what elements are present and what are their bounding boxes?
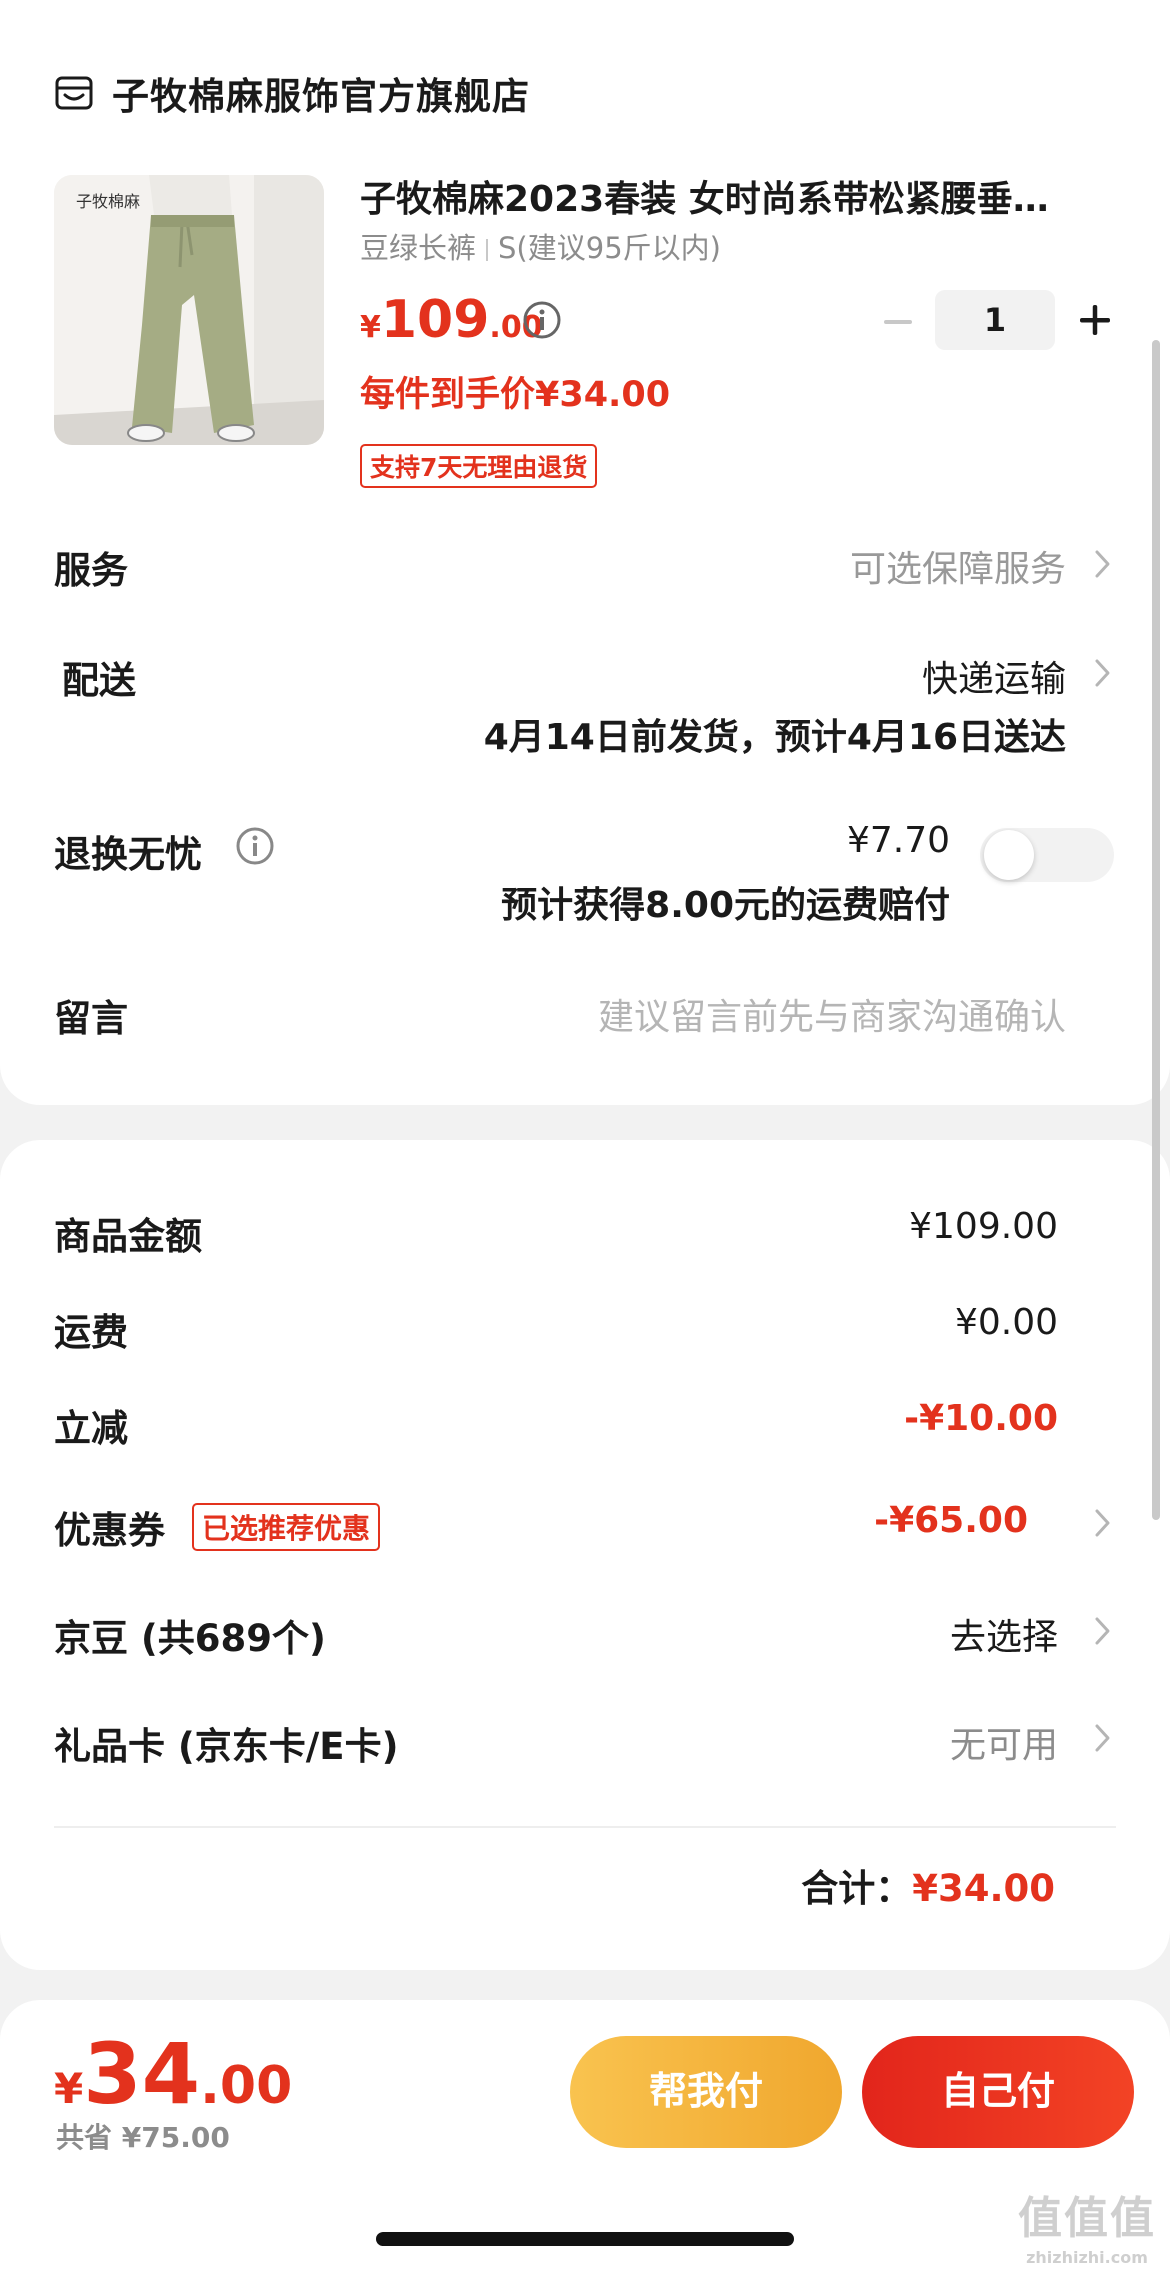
message-label: 留言 xyxy=(54,997,128,1040)
pay-myself-button[interactable]: 自己付 xyxy=(862,2036,1134,2148)
return-insurance-info-icon[interactable] xyxy=(235,826,275,866)
watermark-logo: 值值值 xyxy=(1018,2193,1156,2244)
scrollbar[interactable] xyxy=(1152,340,1160,1520)
coupon-label: 优惠券 xyxy=(54,1509,165,1552)
pay-integer: 34 xyxy=(83,2025,201,2123)
delivery-eta: 4月14日前发货，预计4月16日送达 xyxy=(483,717,1066,758)
coupon-value[interactable]: -¥65.00 xyxy=(874,1500,1028,1541)
product-spec[interactable]: 豆绿长裤 S(建议95斤以内) xyxy=(360,225,721,267)
toggle-knob xyxy=(984,830,1034,880)
spec-size: S(建议95斤以内) xyxy=(498,231,721,265)
price-currency: ¥ xyxy=(360,310,381,345)
pay-currency: ¥ xyxy=(54,2064,84,2113)
jingdou-label: 京豆 (共689个) xyxy=(54,1617,326,1660)
instant-discount-label: 立减 xyxy=(54,1407,128,1450)
service-value[interactable]: 可选保障服务 xyxy=(850,540,1066,592)
unit-price: ¥ 109 .00 xyxy=(360,290,543,350)
quantity-value[interactable]: 1 xyxy=(935,290,1055,350)
price-info-icon[interactable] xyxy=(522,300,562,340)
home-indicator[interactable] xyxy=(376,2232,794,2246)
delivery-label: 配送 xyxy=(62,659,136,702)
delivery-chevron-icon[interactable] xyxy=(1092,655,1114,691)
return-insurance-note: 预计获得8.00元的运费赔付 xyxy=(501,885,950,926)
return-insurance-price: ¥7.70 xyxy=(846,820,950,861)
pay-amount: ¥ 34 .00 xyxy=(54,2025,292,2123)
price-summary-card xyxy=(0,1140,1170,1970)
watermark-url: zhizhizhi.com xyxy=(1026,2248,1148,2267)
service-label: 服务 xyxy=(54,549,128,592)
return-insurance-label: 退换无忧 xyxy=(54,833,202,876)
each-final-price: 每件到手价¥34.00 xyxy=(360,375,671,415)
goods-amount-label: 商品金额 xyxy=(54,1215,202,1258)
goods-amount-value: ¥109.00 xyxy=(909,1206,1058,1247)
spec-divider xyxy=(486,239,489,261)
service-chevron-icon[interactable] xyxy=(1092,546,1114,582)
order-total: 合计：¥34.00 xyxy=(801,1858,1055,1912)
shipping-label: 运费 xyxy=(54,1311,128,1354)
jingdou-chevron-icon[interactable] xyxy=(1092,1613,1114,1649)
quantity-decrease-icon[interactable] xyxy=(878,302,918,342)
summary-divider xyxy=(54,1826,1116,1828)
shop-icon xyxy=(55,76,93,110)
coupon-chevron-icon[interactable] xyxy=(1092,1505,1114,1541)
message-input[interactable]: 建议留言前先与商家沟通确认 xyxy=(598,988,1066,1040)
product-title[interactable]: 子牧棉麻2023春装 女时尚系带松紧腰垂… xyxy=(360,170,1120,222)
spec-color: 豆绿长裤 xyxy=(360,231,477,265)
total-saved: 共省 ¥75.00 xyxy=(56,2121,230,2154)
instant-discount-value: -¥10.00 xyxy=(904,1398,1058,1439)
shipping-value: ¥0.00 xyxy=(954,1302,1058,1343)
jingdou-value[interactable]: 去选择 xyxy=(950,1608,1058,1660)
pants-image: 子牧棉麻 xyxy=(54,175,324,445)
total-label: 合计： xyxy=(801,1867,913,1910)
price-integer: 109 xyxy=(380,290,490,350)
delivery-method[interactable]: 快递运输 xyxy=(922,650,1066,702)
help-me-pay-button[interactable]: 帮我付 xyxy=(570,2036,842,2148)
product-thumbnail[interactable]: 子牧棉麻 xyxy=(54,175,324,445)
giftcard-chevron-icon[interactable] xyxy=(1092,1720,1114,1756)
giftcard-value[interactable]: 无可用 xyxy=(950,1716,1058,1768)
site-watermark: 值值值 zhizhizhi.com xyxy=(1018,2182,1156,2267)
shop-name: 子牧棉麻服饰官方旗舰店 xyxy=(112,75,530,118)
thumb-brand: 子牧棉麻 xyxy=(76,192,140,211)
giftcard-label: 礼品卡 (京东卡/E卡) xyxy=(54,1725,399,1768)
return-policy-badge: 支持7天无理由退货 xyxy=(360,444,598,488)
total-value: ¥34.00 xyxy=(912,1867,1055,1910)
coupon-recommended-badge: 已选推荐优惠 xyxy=(192,1503,381,1551)
shop-header[interactable]: 子牧棉麻服饰官方旗舰店 xyxy=(54,68,530,118)
order-confirm-page: 子牧棉麻服饰官方旗舰店 子牧棉麻 子牧棉麻2023春装 女时尚系带松紧腰垂… 豆… xyxy=(0,0,1170,2270)
quantity-increase-icon[interactable] xyxy=(1075,300,1115,340)
pay-decimal: .00 xyxy=(200,2056,293,2116)
return-insurance-toggle[interactable] xyxy=(980,828,1114,882)
order-item-card: 子牧棉麻服饰官方旗舰店 子牧棉麻 子牧棉麻2023春装 女时尚系带松紧腰垂… 豆… xyxy=(0,0,1170,1105)
